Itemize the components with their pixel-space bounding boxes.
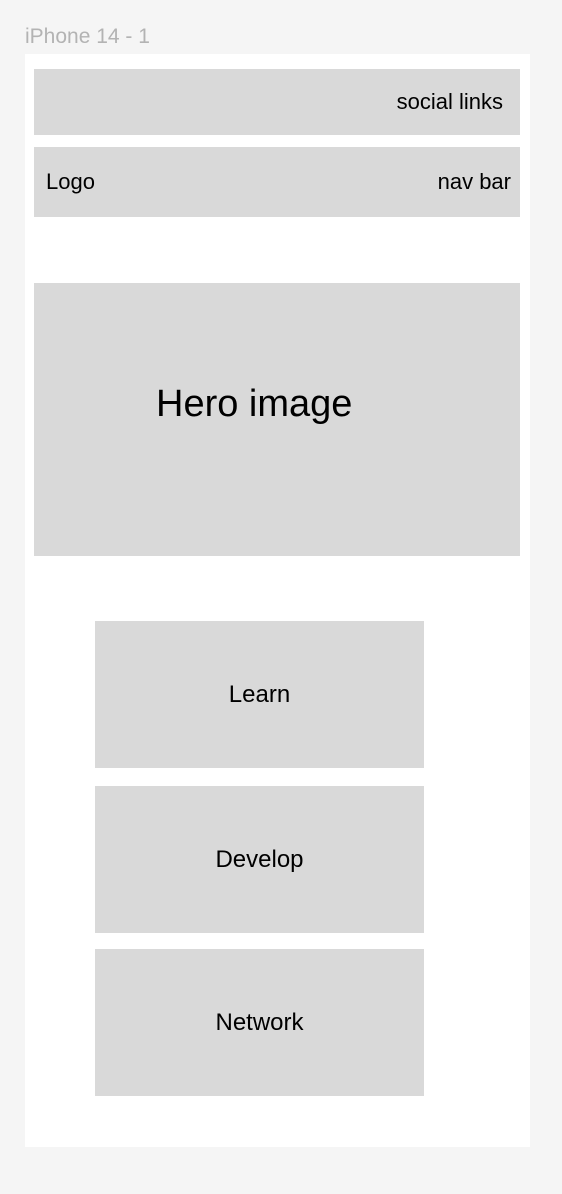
social-links-bar[interactable]: social links xyxy=(34,69,520,135)
card-develop[interactable]: Develop xyxy=(95,786,424,933)
logo: Logo xyxy=(46,169,95,194)
card-network-label: Network xyxy=(215,1008,304,1036)
card-network[interactable]: Network xyxy=(95,949,424,1096)
card-develop-label: Develop xyxy=(215,845,304,873)
iphone-frame: social links Logo nav bar Hero image Lea… xyxy=(25,54,530,1147)
card-learn-label: Learn xyxy=(228,680,291,708)
nav-bar[interactable]: Logo nav bar xyxy=(34,147,520,217)
nav-bar-label: nav bar xyxy=(437,169,511,194)
social-links-label: social links xyxy=(396,89,503,114)
frame-label[interactable]: iPhone 14 - 1 xyxy=(25,24,150,50)
hero-image: Hero image xyxy=(34,283,520,556)
hero-image-label: Hero image xyxy=(156,383,353,425)
card-learn[interactable]: Learn xyxy=(95,621,424,768)
